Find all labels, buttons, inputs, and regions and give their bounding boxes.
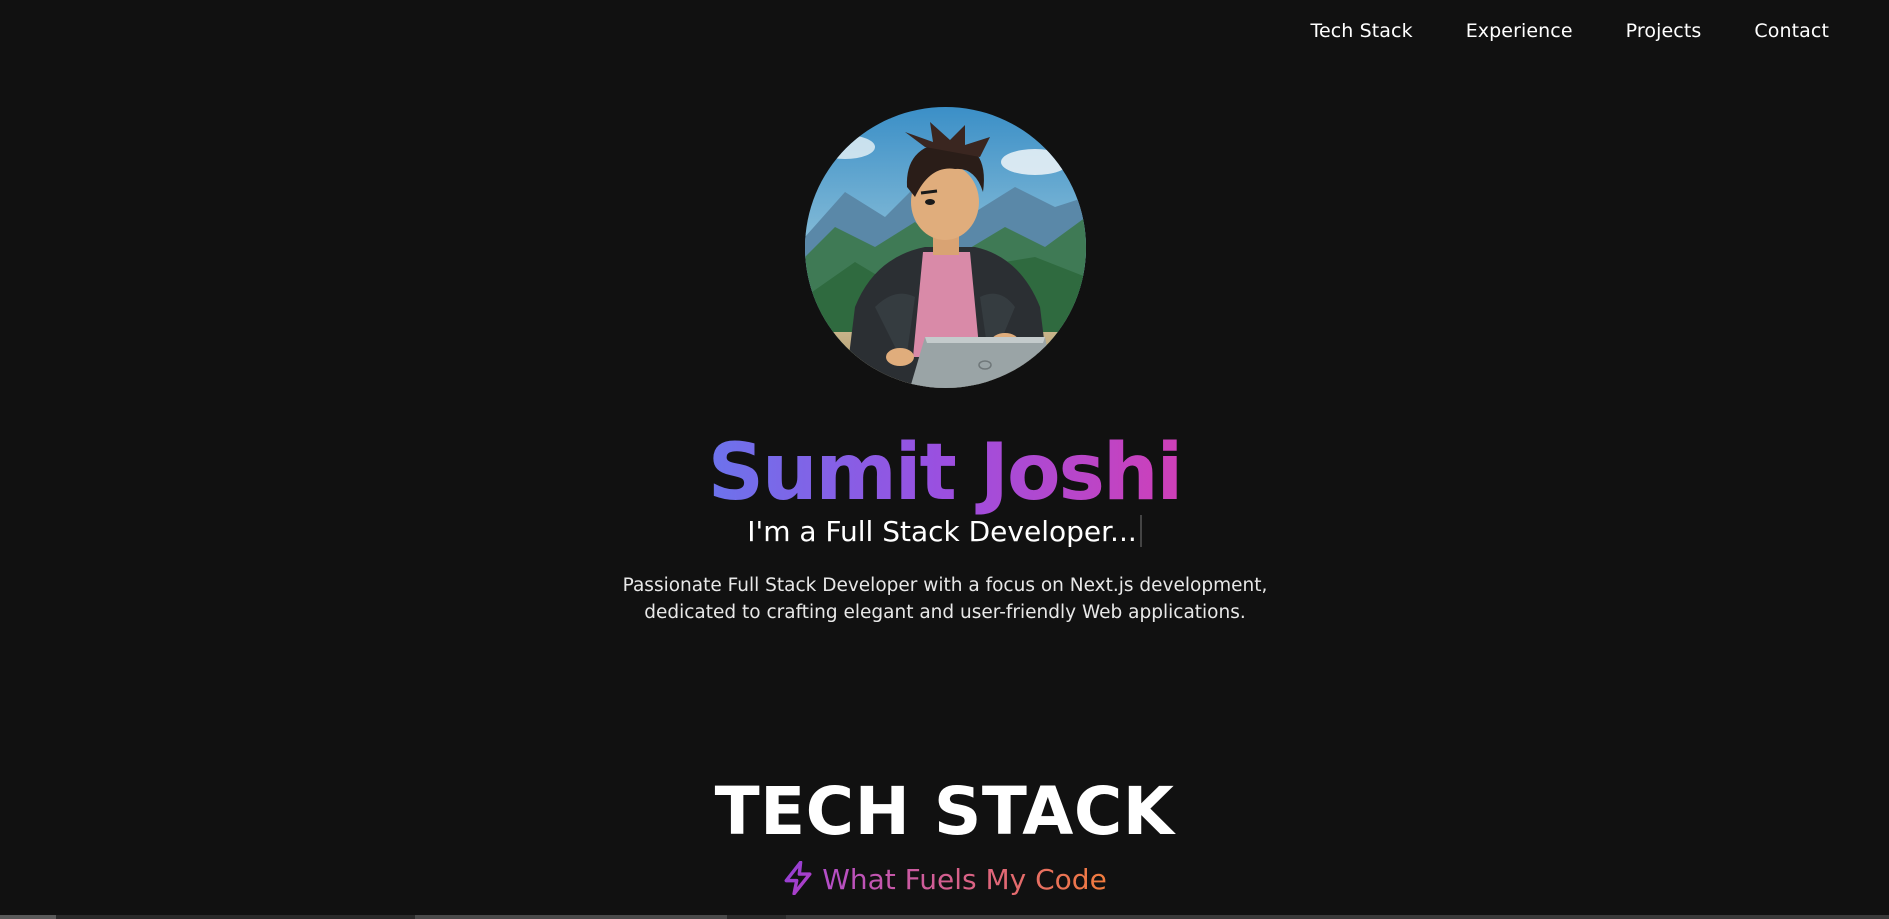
top-nav: Tech Stack Experience Projects Contact xyxy=(1310,16,1829,46)
profile-avatar xyxy=(805,107,1086,388)
strip-segment xyxy=(0,915,56,919)
nav-item-contact[interactable]: Contact xyxy=(1754,16,1829,46)
hero-bio-line-2: dedicated to crafting elegant and user-f… xyxy=(644,602,1246,623)
tech-stack-title: TECH STACK xyxy=(714,773,1175,850)
hero-name-text: Sumit Joshi xyxy=(707,428,1183,518)
bottom-scroll-strip xyxy=(0,915,1889,919)
typing-cursor xyxy=(1139,515,1142,547)
strip-segment xyxy=(786,915,1889,919)
nav-item-tech-stack[interactable]: Tech Stack xyxy=(1310,16,1412,46)
hero-role: I'm a Full Stack Developer... xyxy=(0,512,1889,552)
hero-name: Sumit Joshi xyxy=(0,425,1889,521)
page: Tech Stack Experience Projects Contact S… xyxy=(0,0,1889,919)
hero-bio: Passionate Full Stack Developer with a f… xyxy=(560,572,1330,626)
tech-stack-subtitle-text: What Fuels My Code xyxy=(822,863,1107,896)
tech-stack-subtitle: What Fuels My Code xyxy=(0,860,1889,900)
strip-segment xyxy=(415,915,727,919)
hero-role-text: I'm a Full Stack Developer... xyxy=(747,515,1137,548)
avatar-illustration xyxy=(805,107,1086,388)
lightning-bolt-icon xyxy=(784,861,812,895)
nav-item-projects[interactable]: Projects xyxy=(1626,16,1702,46)
nav-item-experience[interactable]: Experience xyxy=(1466,16,1573,46)
hero-bio-line-1: Passionate Full Stack Developer with a f… xyxy=(622,575,1268,596)
